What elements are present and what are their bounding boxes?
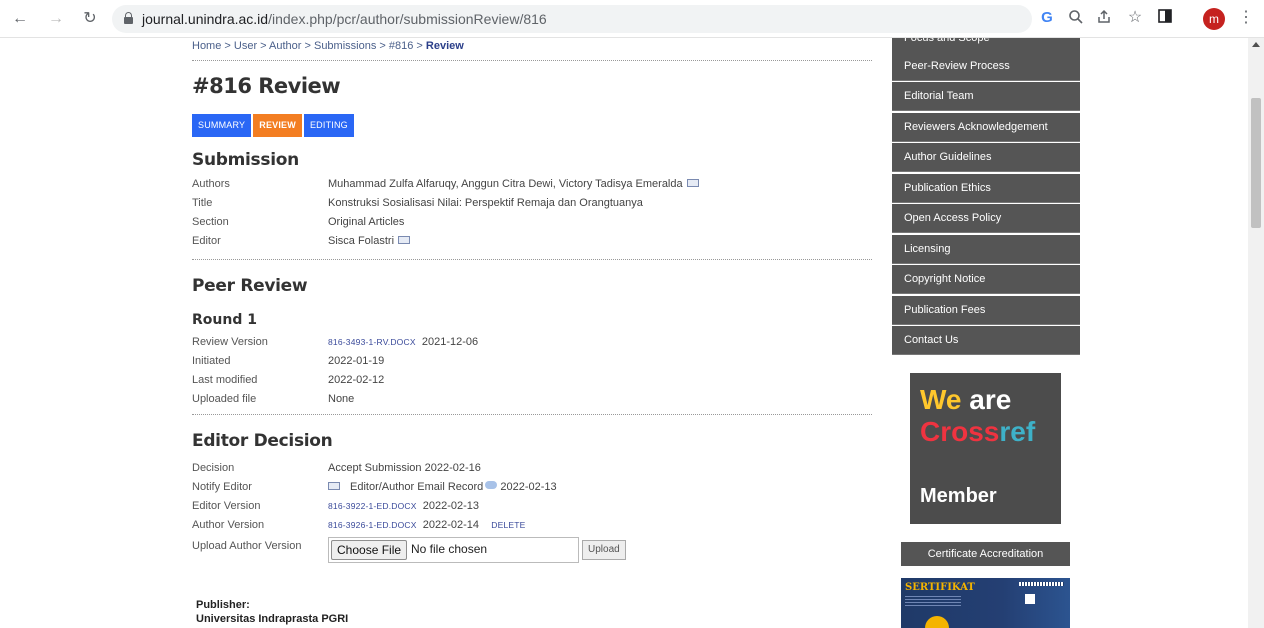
authors-value: Muhammad Zulfa Alfaruqy, Anggun Citra De… [328, 178, 683, 190]
publisher-label: Publisher: [196, 599, 250, 611]
certificate-title: SERTIFIKAT [905, 582, 975, 593]
divider [192, 60, 872, 61]
last-modified-value: 2022-02-12 [328, 374, 385, 386]
forward-icon[interactable]: → [46, 10, 66, 28]
crossref-member-text: Member [920, 485, 997, 507]
round-heading: Round 1 [192, 312, 257, 328]
editor-version-label: Editor Version [192, 500, 261, 512]
profile-avatar[interactable]: m [1203, 8, 1225, 30]
tab-summary[interactable]: SUMMARY [192, 114, 252, 137]
sidebar-item-publication-ethics[interactable]: Publication Ethics [892, 174, 1080, 203]
sidebar-item-copyright-notice[interactable]: Copyright Notice [892, 265, 1080, 294]
review-version-date: 2021-12-06 [421, 336, 479, 348]
divider [192, 414, 872, 415]
divider [192, 259, 872, 260]
browser-toolbar: ← → ↻ journal.unindra.ac.id/index.php/pc… [0, 0, 1264, 38]
editor-value: Sisca Folastri [328, 235, 395, 247]
sidebar-item-licensing[interactable]: Licensing [892, 235, 1080, 264]
url-text[interactable]: journal.unindra.ac.id/index.php/pcr/auth… [142, 11, 547, 27]
sidebar-item-contact-us[interactable]: Contact Us [892, 326, 1080, 355]
submission-heading: Submission [192, 150, 299, 170]
page-scrollbar[interactable] [1248, 38, 1264, 628]
page-content: Home > User > Author > Submissions > #81… [0, 38, 1248, 628]
title-value: Konstruksi Sosialisasi Nilai: Perspektif… [328, 197, 643, 209]
editor-version-file-link[interactable]: 816-3922-1-ED.DOCX [328, 501, 417, 511]
menu-icon[interactable]: ⋮ [1236, 9, 1256, 27]
zoom-icon[interactable] [1066, 9, 1086, 30]
crossref-we-are: We are [920, 384, 1012, 415]
initiated-label: Initiated [192, 355, 231, 367]
delete-link[interactable]: DELETE [491, 520, 525, 530]
review-version-label: Review Version [192, 336, 268, 348]
file-input[interactable]: Choose File No file chosen [328, 537, 579, 563]
email-icon[interactable] [328, 482, 340, 491]
publisher-block: Publisher: Universitas Indraprasta PGRI [196, 598, 348, 626]
initiated-value: 2022-01-19 [328, 355, 385, 367]
back-icon[interactable]: ← [10, 10, 30, 28]
section-label: Section [192, 216, 229, 228]
decision-value: Accept Submission 2022-02-16 [328, 462, 481, 474]
author-version-label: Author Version [192, 519, 265, 531]
crossref-logo-text: Crossref [920, 416, 1036, 447]
certificate-emblem-icon [1025, 594, 1035, 604]
authors-label: Authors [192, 178, 230, 190]
sidebar-item-editorial-team[interactable]: Editorial Team [892, 82, 1080, 111]
sidebar-item-author-guidelines[interactable]: Author Guidelines [892, 143, 1080, 172]
sidebar-item-reviewers-acknowledgement[interactable]: Reviewers Acknowledgement [892, 113, 1080, 142]
email-record-label: Editor/Author Email Record [350, 481, 484, 493]
tab-bar: SUMMARY REVIEW EDITING [192, 114, 354, 137]
publisher-name: Universitas Indraprasta PGRI [196, 613, 349, 625]
certificate-subtext [905, 596, 961, 606]
section-value: Original Articles [328, 216, 405, 228]
crossref-member-badge[interactable]: We are Crossref Member [910, 373, 1061, 524]
editor-version-date: 2022-02-13 [422, 500, 480, 512]
last-modified-label: Last modified [192, 374, 258, 386]
address-bar[interactable]: journal.unindra.ac.id/index.php/pcr/auth… [112, 5, 1032, 33]
notify-editor-label: Notify Editor [192, 481, 252, 493]
page-title: #816 Review [192, 74, 341, 98]
breadcrumb[interactable]: Home > User > Author > Submissions > #81… [192, 40, 464, 52]
upload-author-version-label: Upload Author Version [192, 540, 302, 552]
google-icon[interactable]: G [1037, 9, 1057, 27]
email-icon[interactable] [686, 179, 699, 188]
sidebar-item-peer-review-process[interactable]: Peer-Review Process [892, 52, 1080, 81]
editor-decision-heading: Editor Decision [192, 431, 333, 451]
notify-date: 2022-02-13 [500, 481, 557, 493]
choose-file-button[interactable]: Choose File [331, 540, 408, 560]
sidebar-item-publication-fees[interactable]: Publication Fees [892, 296, 1080, 325]
share-icon[interactable] [1094, 9, 1114, 30]
certificate-stripe [1019, 582, 1064, 586]
tab-review[interactable]: REVIEW [253, 114, 302, 137]
no-file-text: No file chosen [411, 542, 488, 556]
upload-button[interactable]: Upload [582, 540, 626, 560]
comment-icon[interactable] [485, 481, 498, 490]
scroll-up-icon[interactable] [1252, 42, 1260, 47]
editor-label: Editor [192, 235, 221, 247]
review-version-file-link[interactable]: 816-3493-1-RV.DOCX [328, 337, 416, 347]
tab-editing[interactable]: EDITING [303, 114, 354, 137]
certificate-seal-icon [925, 616, 949, 628]
star-icon[interactable]: ☆ [1125, 9, 1145, 27]
uploaded-file-label: Uploaded file [192, 393, 257, 405]
peer-review-heading: Peer Review [192, 276, 308, 296]
uploaded-file-value: None [328, 393, 355, 405]
sidebar-item-open-access-policy[interactable]: Open Access Policy [892, 204, 1080, 233]
author-version-file-link[interactable]: 816-3926-1-ED.DOCX [328, 520, 417, 530]
sidebar-item-focus-scope[interactable]: Focus and Scope [892, 38, 1080, 53]
lock-icon[interactable] [124, 12, 133, 24]
decision-label: Decision [192, 462, 235, 474]
title-label: Title [192, 197, 213, 209]
scroll-thumb[interactable] [1251, 98, 1261, 228]
sidebar-icon[interactable] [1155, 9, 1175, 28]
certificate-image[interactable]: SERTIFIKAT [901, 578, 1070, 628]
certificate-accreditation-button[interactable]: Certificate Accreditation [901, 542, 1070, 566]
reload-icon[interactable]: ↻ [80, 10, 100, 28]
author-version-date: 2022-02-14 [422, 519, 480, 531]
email-icon[interactable] [398, 236, 411, 245]
